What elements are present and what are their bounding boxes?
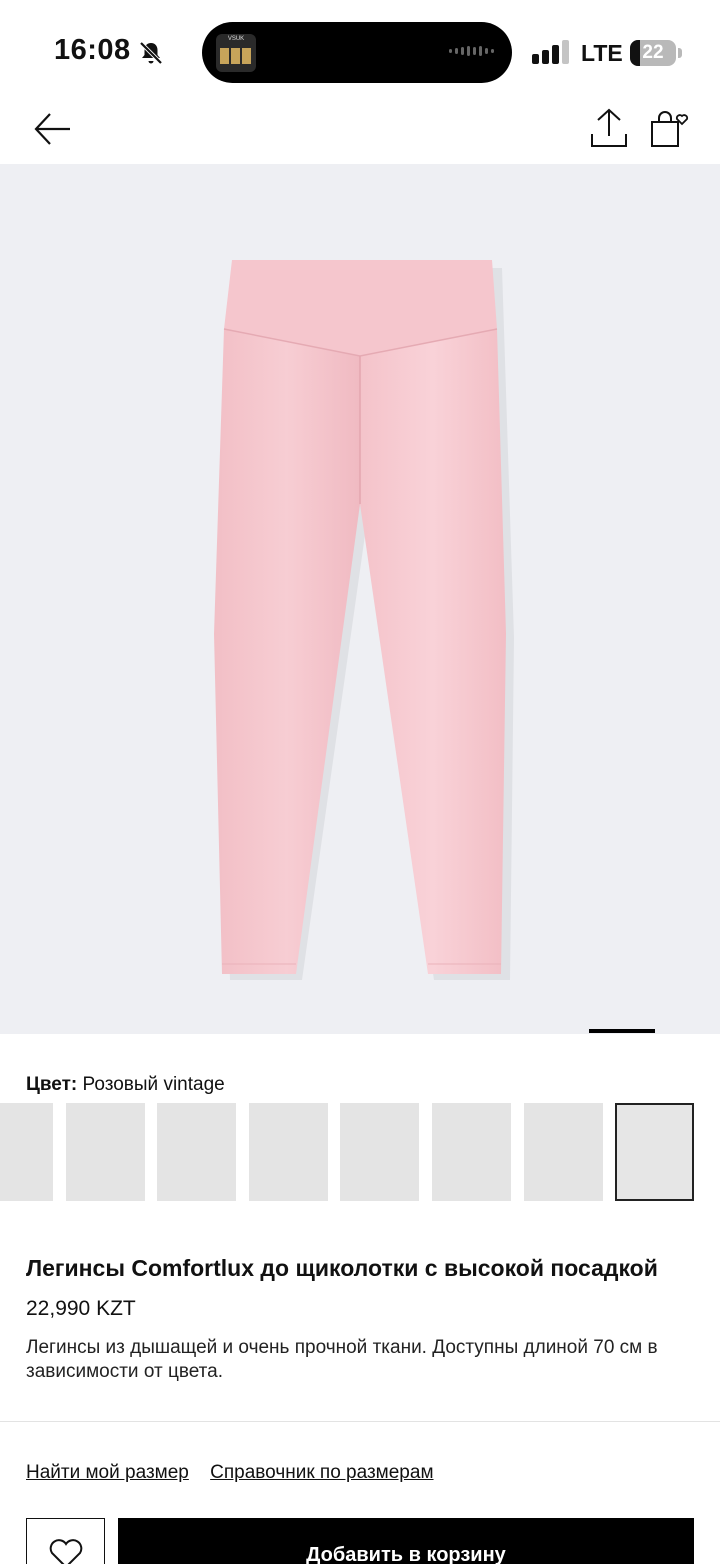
leggings-image xyxy=(214,260,514,980)
bell-muted-icon xyxy=(139,41,163,65)
product-price: 22,990 KZT xyxy=(26,1297,136,1320)
color-swatch[interactable] xyxy=(524,1103,603,1201)
color-swatch[interactable] xyxy=(249,1103,328,1201)
add-to-cart-button[interactable]: Добавить в корзину xyxy=(118,1518,694,1564)
color-swatch-list xyxy=(0,1103,720,1202)
gallery-page-indicator xyxy=(589,1029,655,1033)
thumbnail-label: VSUK xyxy=(227,36,245,42)
product-image-gallery[interactable] xyxy=(0,164,720,1034)
share-upload-icon[interactable] xyxy=(588,106,630,150)
product-title: Легинсы Comfortlux до щиколотки с высоко… xyxy=(26,1255,658,1281)
shopping-bag-heart-icon[interactable] xyxy=(646,106,690,150)
dynamic-island[interactable]: VSUK xyxy=(202,22,512,83)
color-swatch[interactable] xyxy=(340,1103,419,1201)
color-swatch[interactable] xyxy=(0,1103,53,1201)
find-my-size-link[interactable]: Найти мой размер xyxy=(26,1462,189,1483)
color-swatch[interactable] xyxy=(432,1103,511,1201)
color-swatch[interactable] xyxy=(66,1103,145,1201)
cellular-signal-icon xyxy=(532,40,569,64)
network-type: LTE xyxy=(581,40,623,66)
color-label-key: Цвет: xyxy=(26,1074,78,1095)
top-nav-bar xyxy=(0,100,720,164)
product-description: Легинсы из дышащей и очень прочной ткани… xyxy=(26,1337,658,1382)
battery-level: 22 xyxy=(642,42,664,63)
color-label: Цвет: Розовый vintage xyxy=(26,1074,225,1096)
divider xyxy=(0,1421,720,1422)
heart-icon xyxy=(49,1539,83,1564)
status-time: 16:08 xyxy=(54,34,131,66)
battery-icon: 22 xyxy=(630,40,682,66)
size-links: Найти мой размер Справочник по размерам xyxy=(26,1462,450,1484)
status-bar: 16:08 VSUK LTE 22 xyxy=(0,0,720,100)
now-playing-thumbnail: VSUK xyxy=(216,34,256,72)
arrow-left-icon[interactable] xyxy=(30,108,76,150)
favorite-button[interactable] xyxy=(26,1518,105,1564)
audio-wave-icon xyxy=(449,46,494,56)
color-swatch-selected[interactable] xyxy=(615,1103,694,1201)
size-guide-link[interactable]: Справочник по размерам xyxy=(210,1462,433,1483)
color-swatch[interactable] xyxy=(157,1103,236,1201)
color-value: Розовый vintage xyxy=(77,1074,225,1095)
